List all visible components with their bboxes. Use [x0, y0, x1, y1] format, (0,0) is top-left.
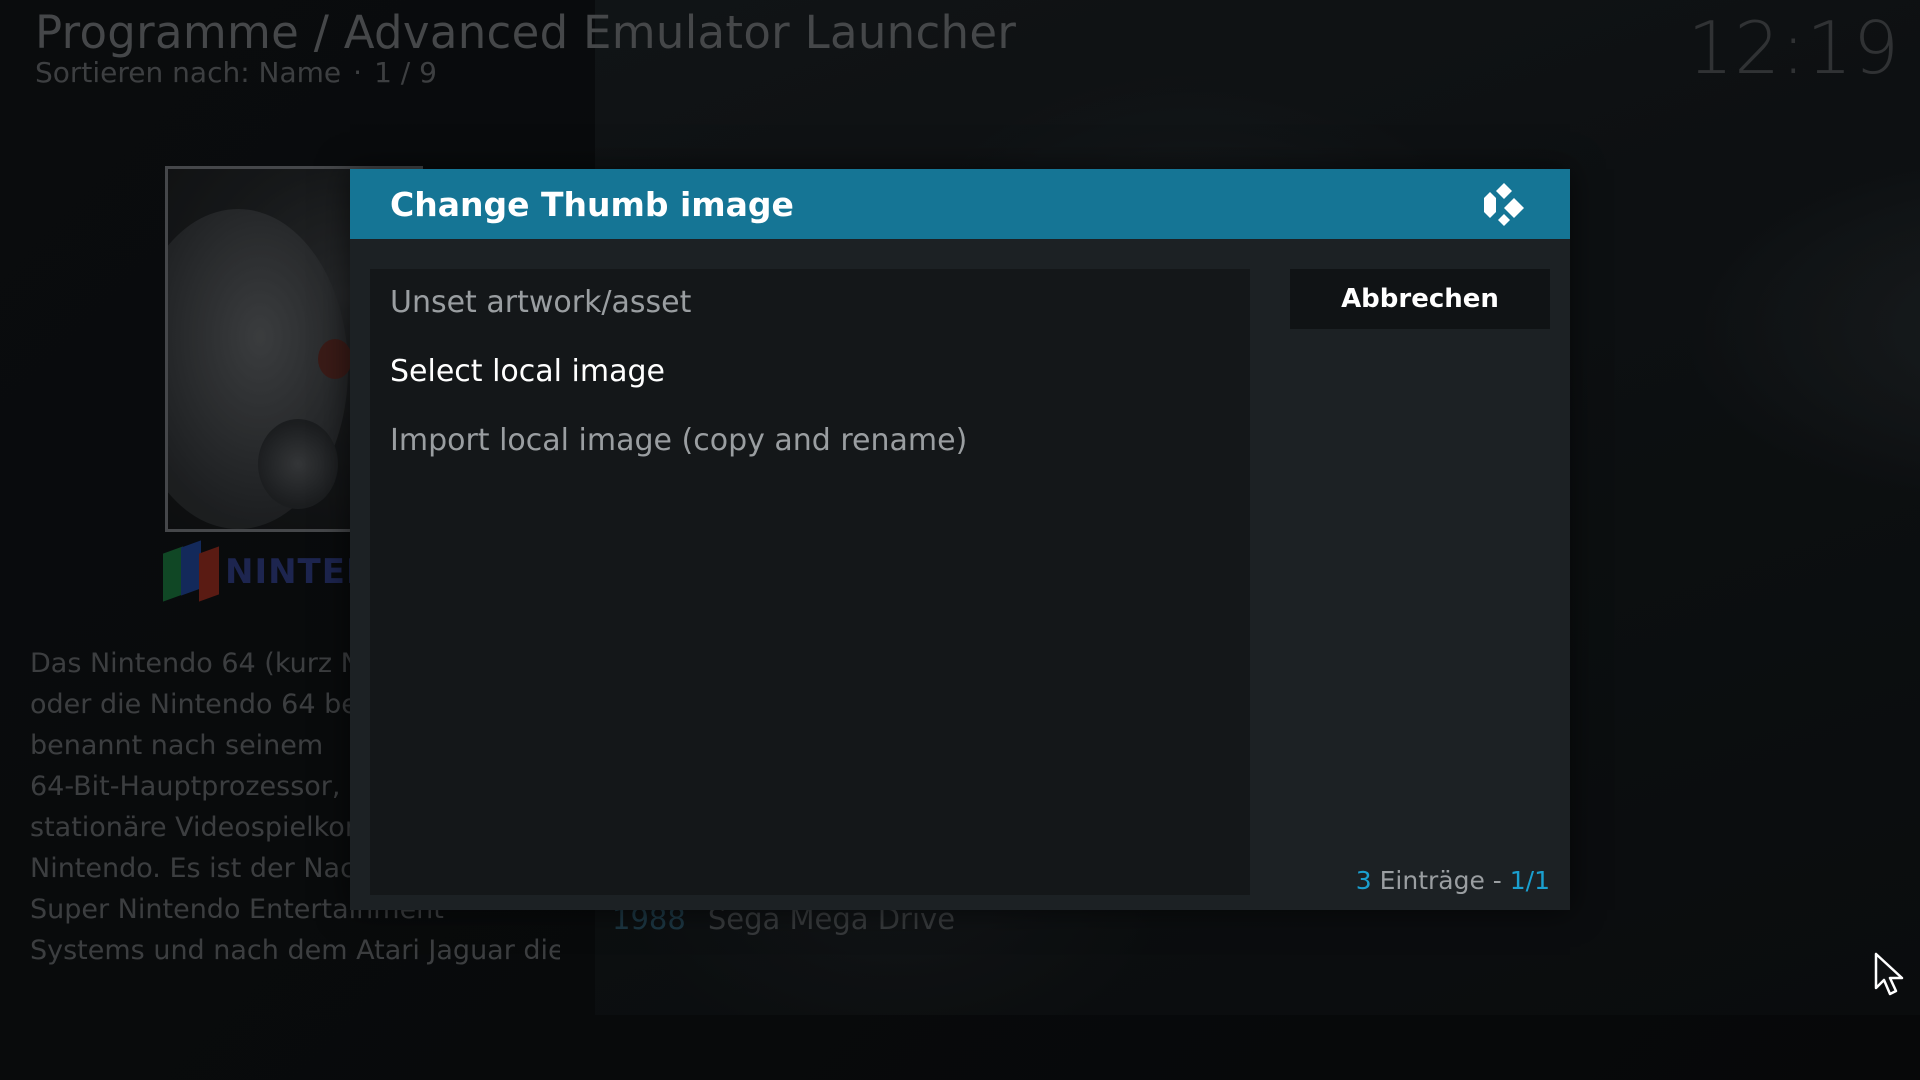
entries-counter: 3 Einträge - 1/1 [1356, 866, 1550, 895]
entries-text: Einträge - [1371, 866, 1510, 895]
dialog-header: Change Thumb image [350, 169, 1570, 239]
entries-count: 3 [1355, 866, 1372, 895]
mouse-cursor-icon [1874, 952, 1904, 996]
screen: Programme / Advanced Emulator Launcher S… [0, 0, 1920, 1080]
option-list: Unset artwork/asset Select local image I… [370, 269, 1250, 895]
entries-page: 1/1 [1509, 866, 1550, 895]
option-unset-artwork[interactable]: Unset artwork/asset [370, 269, 1250, 337]
change-thumb-dialog: Change Thumb image Unset artwork/asset S… [350, 169, 1570, 910]
option-import-local-image[interactable]: Import local image (copy and rename) [370, 407, 1250, 475]
dialog-title: Change Thumb image [390, 185, 794, 224]
cancel-button[interactable]: Abbrechen [1290, 269, 1550, 329]
option-select-local-image[interactable]: Select local image [370, 338, 1250, 406]
kodi-icon [1484, 183, 1524, 226]
